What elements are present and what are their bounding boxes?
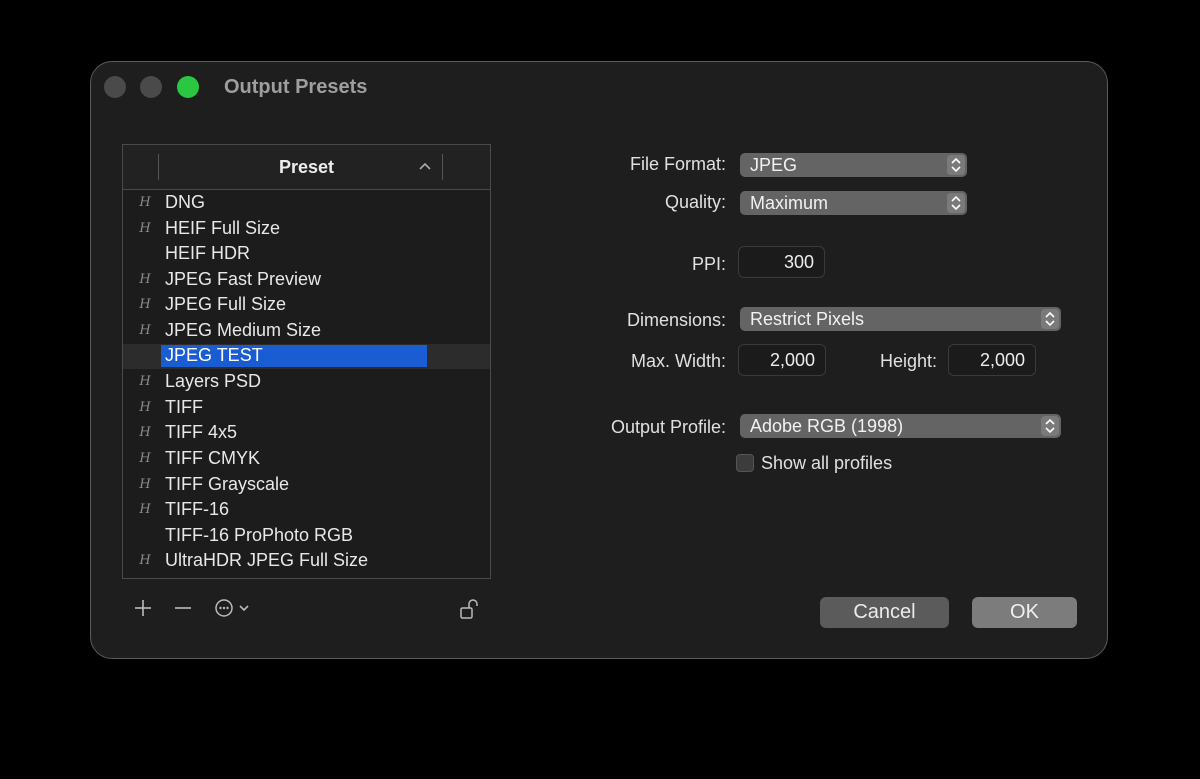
quality-popup[interactable]: Maximum <box>740 191 967 215</box>
preset-row[interactable]: H JPEG Full Size <box>123 292 490 318</box>
preset-toolbar <box>131 598 491 622</box>
preset-table-header[interactable]: Preset <box>123 145 490 190</box>
chevron-updown-icon <box>1041 416 1059 436</box>
preset-column-header[interactable]: Preset <box>123 157 490 178</box>
preset-row-label: TIFF-16 ProPhoto RGB <box>165 524 354 545</box>
preset-row[interactable]: TIFF-16 ProPhoto RGB <box>123 523 490 549</box>
preset-row-label: TIFF Grayscale <box>165 473 290 494</box>
preset-row-label: TIFF CMYK <box>165 447 260 468</box>
unlock-icon[interactable] <box>459 598 481 620</box>
minus-icon[interactable] <box>173 598 193 618</box>
zoom-button[interactable] <box>177 76 199 98</box>
sort-ascending-icon[interactable] <box>418 161 432 171</box>
max-width-label: Max. Width: <box>630 351 726 371</box>
ppi-label: PPI: <box>691 254 726 274</box>
preset-row-label: TIFF <box>165 396 203 417</box>
preset-row[interactable]: H JPEG Fast Preview <box>123 267 490 293</box>
preset-row-label: TIFF 4x5 <box>165 422 238 443</box>
preset-row[interactable]: H DNG <box>123 190 490 216</box>
preset-row-label: TIFF-16 <box>165 499 230 520</box>
ellipsis-circle-icon[interactable] <box>214 598 254 618</box>
preset-row-label: JPEG Medium Size <box>165 319 322 340</box>
preset-row[interactable]: JPEG TEST <box>123 343 490 370</box>
preset-row[interactable]: H UltraHDR JPEG Full Size <box>123 548 490 574</box>
preset-badge-icon: H <box>139 502 151 518</box>
preset-row-label: UltraHDR JPEG Full Size <box>165 550 369 571</box>
preset-badge-icon: H <box>139 553 151 569</box>
chevron-updown-icon <box>947 193 965 213</box>
preset-row[interactable]: H HEIF Full Size <box>123 216 490 242</box>
header-divider <box>442 154 443 180</box>
preset-badge-icon: H <box>139 399 151 415</box>
file-format-label: File Format: <box>629 154 726 174</box>
chevron-updown-icon <box>947 155 965 175</box>
preset-row[interactable]: H TIFF-16 <box>123 497 490 523</box>
output-presets-window: Output Presets Preset H DNG H HEIF Full Siz… <box>90 61 1108 659</box>
minimize-button[interactable] <box>140 76 162 98</box>
preset-row-label: JPEG TEST <box>161 344 427 367</box>
preset-list: H DNG H HEIF Full Size HEIF HDR H JPEG Fast Pr… <box>123 190 490 574</box>
quality-label: Quality: <box>664 192 726 212</box>
preset-row[interactable]: H JPEG Medium Size <box>123 318 490 344</box>
preset-badge-icon: H <box>139 322 151 338</box>
preset-badge-icon: H <box>139 476 151 492</box>
output-profile-popup[interactable]: Adobe RGB (1998) <box>740 414 1061 438</box>
dimensions-value: Restrict Pixels <box>750 309 865 329</box>
preset-badge-icon: H <box>139 374 151 390</box>
preset-badge-icon: H <box>139 450 151 466</box>
preset-row-label: JPEG Fast Preview <box>165 268 322 289</box>
cancel-button[interactable]: Cancel <box>820 597 949 628</box>
preset-row-label: DNG <box>165 192 205 212</box>
window-title: Output Presets <box>224 76 368 98</box>
file-format-popup[interactable]: JPEG <box>740 153 967 177</box>
plus-icon[interactable] <box>133 598 153 618</box>
output-profile-value: Adobe RGB (1998) <box>750 416 904 436</box>
preset-row-label: HEIF Full Size <box>165 217 281 238</box>
preset-row-label: JPEG Full Size <box>165 294 287 315</box>
preset-badge-icon: H <box>139 425 151 441</box>
preset-row[interactable]: H TIFF CMYK <box>123 446 490 472</box>
dimensions-label: Dimensions: <box>626 310 726 330</box>
preset-row[interactable]: H TIFF 4x5 <box>123 420 490 446</box>
preset-badge-icon: H <box>139 271 151 287</box>
height-label: Height: <box>879 351 937 371</box>
preset-badge-icon: H <box>139 195 151 210</box>
ok-button[interactable]: OK <box>972 597 1077 628</box>
close-button[interactable] <box>104 76 126 98</box>
output-profile-label: Output Profile: <box>610 417 726 437</box>
preset-row-label: Layers PSD <box>165 371 262 392</box>
chevron-updown-icon <box>1041 309 1059 329</box>
height-field[interactable]: 2,000 <box>948 344 1036 376</box>
show-all-profiles-label[interactable]: Show all profiles <box>761 453 892 474</box>
preset-badge-icon: H <box>139 297 151 313</box>
preset-row-label: HEIF HDR <box>165 243 250 264</box>
ppi-field[interactable]: 300 <box>738 246 825 278</box>
preset-badge-icon: H <box>139 220 151 236</box>
file-format-value: JPEG <box>750 155 798 175</box>
preset-row[interactable]: H Layers PSD <box>123 369 490 395</box>
max-width-field[interactable]: 2,000 <box>738 344 826 376</box>
dimensions-popup[interactable]: Restrict Pixels <box>740 307 1061 331</box>
preset-row[interactable]: H TIFF <box>123 395 490 421</box>
preset-table[interactable]: Preset H DNG H HEIF Full Size HEIF HDR H JPEG … <box>122 144 491 579</box>
show-all-profiles-checkbox[interactable] <box>736 454 754 472</box>
quality-value: Maximum <box>750 193 829 213</box>
preset-row[interactable]: HEIF HDR <box>123 241 490 267</box>
preset-row[interactable]: H TIFF Grayscale <box>123 472 490 498</box>
